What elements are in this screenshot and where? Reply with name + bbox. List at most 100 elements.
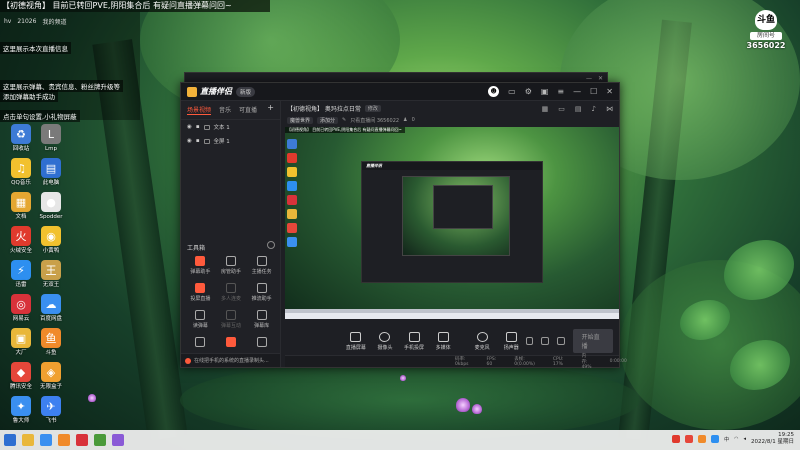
desktop-icon[interactable]: ◎ 网易云 [6, 294, 36, 322]
tray-icon[interactable] [672, 435, 681, 443]
speaker-button[interactable]: 扬声器 [497, 331, 526, 351]
tool-icon [256, 310, 267, 320]
share-icon[interactable]: ⋈ [606, 105, 613, 113]
menu-icon[interactable]: ≡ [557, 87, 564, 96]
tool-label: 弹幕库 [254, 323, 270, 329]
tray-icon[interactable] [698, 435, 707, 443]
desktop-icon[interactable]: ⚡ 迅雷 [6, 260, 36, 288]
app-icon: ▦ [11, 192, 31, 212]
toolbox-settings-icon[interactable] [267, 241, 275, 249]
pencil-icon[interactable]: ✎ [342, 117, 346, 123]
app-taskbar-icon[interactable] [94, 434, 106, 446]
toolbox-item[interactable]: 弹幕库 [246, 310, 277, 329]
mic-button[interactable]: 麦克风 [468, 331, 497, 351]
category-chip[interactable]: 魔兽世界 [287, 116, 314, 124]
desktop-icon[interactable]: 王无双王 [36, 260, 66, 288]
desktop-icon[interactable]: ✈ 飞书 [36, 396, 66, 424]
desktop-icon[interactable]: ☁ 百度网盘 [36, 294, 66, 322]
toolbox-item[interactable] [216, 337, 247, 349]
start-live-button[interactable]: 开始直播 [572, 329, 613, 353]
danmu-icon[interactable]: ▤ [575, 105, 582, 113]
close-icon[interactable]: ✕ [606, 87, 613, 96]
gear-icon[interactable] [556, 337, 565, 345]
volume-icon[interactable]: ◂ [744, 436, 747, 442]
close-icon[interactable]: ✕ [598, 75, 603, 82]
layout-icon[interactable] [541, 337, 549, 345]
desktop-icon[interactable]: ◈ 无限盒子 [36, 362, 66, 390]
notify-icon[interactable]: ♪ [592, 105, 596, 113]
minimize-icon[interactable]: — [573, 87, 581, 96]
desktop-icon[interactable]: 火火绒安全 [6, 226, 36, 254]
tab-scene[interactable]: 场景视频 [187, 105, 212, 115]
toolbox-item[interactable] [185, 337, 216, 349]
windows-taskbar: 中 ◠ ◂ 19:25 2022/8/1 星期日 [0, 430, 800, 450]
app-taskbar-icon[interactable] [76, 434, 88, 446]
tag-chip[interactable]: 添加分 [317, 116, 339, 124]
tool-label: 读弹幕 [192, 323, 208, 329]
tab-live[interactable]: 可直播 [239, 105, 257, 115]
lock-icon[interactable]: ▪ [196, 124, 200, 130]
tray-icon[interactable] [685, 435, 694, 443]
speaker-label: 扬声器 [503, 344, 519, 351]
app-icon: 火 [11, 226, 31, 246]
browser-icon[interactable] [40, 434, 52, 446]
add-scene-icon[interactable]: + [267, 104, 274, 115]
desktop-icon[interactable]: ♻ 回收站 [6, 124, 36, 152]
chat-icon[interactable]: ▭ [558, 105, 565, 113]
app-icon: ▤ [41, 158, 61, 178]
start-icon[interactable] [4, 434, 16, 446]
tab-music[interactable]: 音乐 [219, 105, 231, 115]
system-clock[interactable]: 19:25 2022/8/1 星期日 [751, 432, 794, 446]
desktop-icon[interactable]: ◆ 腾讯安全 [6, 362, 36, 390]
desktop-icon[interactable]: L Lmp [36, 124, 66, 152]
skin-icon[interactable]: ▣ [541, 87, 549, 96]
toolbox-item[interactable]: 弹幕互动 [216, 310, 247, 329]
toolbox-item[interactable]: 房管助手 [216, 256, 247, 275]
wifi-icon[interactable]: ◠ [734, 436, 738, 442]
maximize-icon[interactable]: ☐ [590, 87, 597, 96]
record-icon[interactable] [525, 337, 534, 345]
media-icon [437, 331, 449, 342]
desktop-icon[interactable]: ◉ 小黄鸭 [36, 226, 66, 254]
edit-title-button[interactable]: 修改 [364, 104, 381, 112]
visibility-icon[interactable]: ◉ [187, 124, 192, 130]
gift-icon[interactable]: ▦ [542, 105, 549, 113]
scene-item[interactable]: ◉ ▪ 全屏 1 [181, 134, 280, 148]
toolbox-item[interactable]: 投屏直播 [185, 283, 216, 302]
visibility-icon[interactable]: ◉ [187, 138, 192, 144]
desktop-icon[interactable]: 鱼斗鱼 [36, 328, 66, 356]
lock-icon[interactable]: ▪ [196, 138, 200, 144]
desktop-icon[interactable]: ✦ 鲁大师 [6, 396, 36, 424]
ime-indicator[interactable]: 中 [724, 436, 729, 443]
settings-icon[interactable]: ⚙ [525, 87, 532, 96]
media-button[interactable]: 多媒体 [429, 331, 458, 351]
desktop-icon[interactable]: ● Spodder [36, 192, 66, 220]
minimize-icon[interactable]: — [586, 75, 592, 82]
desktop-icon[interactable]: ▤ 此电脑 [36, 158, 66, 186]
add-screen-button[interactable]: 直播屏幕 [341, 331, 370, 351]
toolbox-item[interactable]: 读弹幕 [185, 310, 216, 329]
app-taskbar-icon[interactable] [112, 434, 124, 446]
phone-cast-button[interactable]: 手机投屏 [400, 331, 429, 351]
desktop-icon[interactable]: ▦ 文档 [6, 192, 36, 220]
viewer-count: 0 [411, 117, 415, 123]
user-avatar[interactable]: ☻ [488, 86, 500, 97]
explorer-icon[interactable] [22, 434, 34, 446]
desktop-icon-label: 飞书 [45, 418, 57, 424]
scene-item[interactable]: ◉ ▪ 文本 1 [181, 120, 280, 134]
desktop-icon[interactable]: ♫ QQ音乐 [6, 158, 36, 186]
add-camera-button[interactable]: 摄像头 [370, 331, 399, 351]
app-icon: ⚡ [11, 260, 31, 280]
douyu-taskbar-icon[interactable] [58, 434, 70, 446]
footer-hint[interactable]: 在线把手机的系统的直播录制头... [181, 353, 280, 367]
toolbox-item[interactable]: 多人连麦 [216, 283, 247, 302]
tray-icon[interactable] [711, 435, 720, 443]
desktop-icon[interactable]: ▣ 大厂 [6, 328, 36, 356]
stream-preview[interactable]: 【初德视角】 目前已转回PVE,阴阳集合后 有疑问直播弹幕问回~ 直播伴侣 [285, 127, 619, 319]
toolbox-item[interactable] [246, 337, 277, 349]
message-icon[interactable]: ▭ [508, 87, 516, 96]
toolbox-item[interactable]: 推流助手 [246, 283, 277, 302]
version-badge[interactable]: 新版 [236, 86, 256, 97]
toolbox-item[interactable]: 弹幕助手 [185, 256, 216, 275]
toolbox-item[interactable]: 主播任务 [246, 256, 277, 275]
